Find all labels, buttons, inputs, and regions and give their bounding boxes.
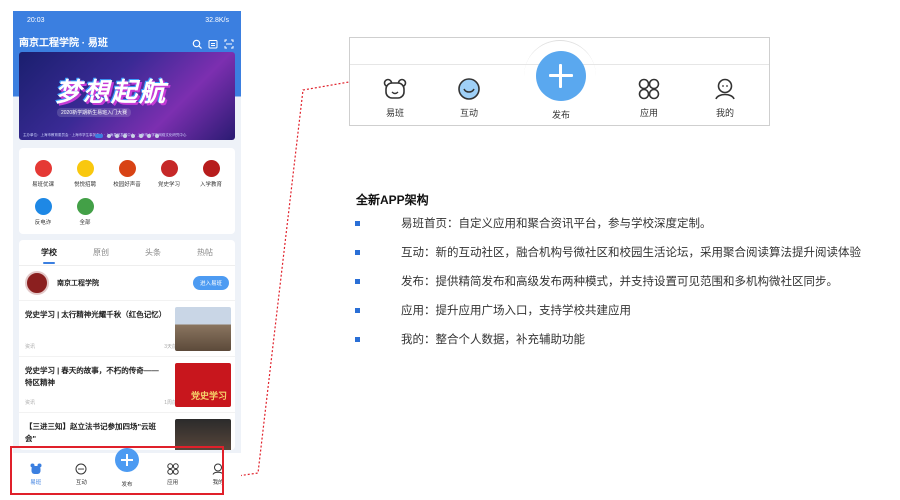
carousel-dot <box>147 134 151 138</box>
app-title: 南京工程学院 · 易班 <box>19 37 108 49</box>
school-name: 南京工程学院 <box>57 280 99 287</box>
status-time: 20:03 <box>27 17 45 24</box>
app-header: 南京工程学院 · 易班 <box>13 30 241 52</box>
scan-icon[interactable] <box>224 36 234 49</box>
article-item[interactable]: 党史学习 | 春天的故事，不朽的传奇——特区精神 资讯 1周前 党史学习 <box>19 356 235 412</box>
app-label: 悦悦招聘 <box>73 182 96 188</box>
zoom-item-label: 我的 <box>715 108 734 118</box>
school-row: 南京工程学院 进入易班 <box>19 266 235 300</box>
tabbar-zoom-panel: 易班 互动 发布 应用 我的 <box>349 37 770 126</box>
status-bar: 20:03 32.8K/s <box>13 11 241 30</box>
bullet-text: 易班首页：自定义应用和聚合资讯平台，参与学校深度定制。 <box>401 218 712 230</box>
highlight-box <box>10 446 224 495</box>
banner-subtitle: 2020新学期新生易班入门大赛 <box>57 108 132 117</box>
article-thumbnail: 党史学习 <box>175 363 231 407</box>
bullet-text: 互动：新的互动社区，融合机构号微社区和校园生活论坛，采用聚合阅读算法提升阅读体验 <box>401 247 861 259</box>
bullet-square-icon <box>355 337 360 342</box>
tab-school[interactable]: 学校 <box>23 247 75 264</box>
zoom-item-interact[interactable]: 互动 <box>439 78 499 119</box>
zoom-item-label: 发布 <box>551 110 570 120</box>
carousel-dot <box>107 134 111 138</box>
search-icon[interactable] <box>192 36 202 49</box>
carousel-dot <box>155 134 159 138</box>
smile-bubble-icon <box>458 78 480 100</box>
grid-icon <box>638 78 660 100</box>
description-title: 全新APP架构 <box>356 193 429 207</box>
article-source: 资讯 <box>25 344 36 350</box>
article-source: 资讯 <box>25 400 36 406</box>
news-panel: 学校 原创 头条 热帖 南京工程学院 进入易班 党史学习 | 太行精神光耀千秋（… <box>19 240 235 450</box>
app-item-party-history[interactable]: 党史学习 <box>151 160 187 188</box>
app-item-voice[interactable]: 校园好声音 <box>109 160 145 188</box>
carousel-dot <box>123 134 127 138</box>
app-label: 党史学习 <box>157 182 180 188</box>
article-title: 党史学习 | 春天的故事，不朽的传奇——特区精神 <box>25 366 159 387</box>
bullet-square-icon <box>355 250 360 255</box>
enter-yiban-button[interactable]: 进入易班 <box>192 276 229 290</box>
banner-carousel[interactable]: 梦想起航 2020新学期新生易班入门大赛 主办单位：上海市教育委员会 · 上海市… <box>19 52 235 140</box>
party-history-app-icon <box>160 160 178 177</box>
article-time: 1周前 <box>164 400 177 406</box>
bullet-text: 应用：提升应用广场入口，支持学校共建应用 <box>401 305 631 317</box>
article-thumbnail <box>175 307 231 351</box>
bullet-square-icon <box>355 308 360 313</box>
school-logo <box>25 271 49 295</box>
banner-area: 梦想起航 2020新学期新生易班入门大赛 主办单位：上海市教育委员会 · 上海市… <box>13 52 241 163</box>
zoom-item-label: 易班 <box>385 108 404 118</box>
carousel-dot <box>139 134 143 138</box>
bullet-square-icon <box>355 221 360 226</box>
zoom-publish-plus-icon[interactable] <box>536 51 586 101</box>
carousel-dots <box>13 134 241 138</box>
carousel-dot <box>131 134 135 138</box>
voice-app-icon <box>118 160 136 177</box>
article-item[interactable]: 党史学习 | 太行精神光耀千秋（红色记忆） 资讯 3天前 <box>19 300 235 356</box>
phone-screenshot: 20:03 32.8K/s 南京工程学院 · 易班 梦想起航 2020新学期新生… <box>13 11 241 497</box>
calendar-icon[interactable] <box>208 36 218 49</box>
banner-title: 梦想起航 <box>55 77 168 107</box>
zhaopin-app-icon <box>76 160 94 177</box>
app-label: 易班优课 <box>31 182 54 188</box>
app-item-youke[interactable]: 易班优课 <box>25 160 61 188</box>
news-tabs: 学校 原创 头条 热帖 <box>19 240 235 266</box>
carousel-dot <box>95 134 103 138</box>
app-item-enrollment[interactable]: 入学教育 <box>193 160 229 188</box>
tab-headlines[interactable]: 头条 <box>127 247 179 258</box>
app-item-anti-fraud[interactable]: 反电诈 <box>25 198 61 226</box>
tab-hot-posts[interactable]: 热帖 <box>179 247 231 258</box>
bullet-text: 我的：整合个人数据，补充辅助功能 <box>401 334 585 346</box>
bullet-square-icon <box>355 279 360 284</box>
app-grid: 易班优课 悦悦招聘 校园好声音 党史学习 入学教育 反电诈 全部 <box>19 148 235 234</box>
app-label: 全部 <box>79 220 91 226</box>
zoom-item-me[interactable]: 我的 <box>695 78 755 119</box>
enrollment-app-icon <box>202 160 220 177</box>
article-title: 党史学习 | 太行精神光耀千秋（红色记忆） <box>25 310 167 319</box>
all-apps-icon <box>76 198 94 215</box>
zoom-item-label: 应用 <box>639 108 658 118</box>
zoom-item-home[interactable]: 易班 <box>365 78 425 119</box>
article-title: 【三进三知】赵立法书记参加四场"云班会" <box>25 422 157 443</box>
youke-app-icon <box>34 160 52 177</box>
article-item[interactable]: 【三进三知】赵立法书记参加四场"云班会" <box>19 412 235 450</box>
carousel-dot <box>115 134 119 138</box>
zoom-item-publish[interactable]: 发布 <box>531 108 591 121</box>
app-label: 入学教育 <box>199 182 222 188</box>
anti-fraud-app-icon <box>34 198 52 215</box>
app-label: 校园好声音 <box>113 182 141 188</box>
user-icon <box>715 78 735 100</box>
app-item-all[interactable]: 全部 <box>67 198 103 226</box>
app-item-zhaopin[interactable]: 悦悦招聘 <box>67 160 103 188</box>
status-indicators: 32.8K/s <box>205 17 229 24</box>
article-time: 3天前 <box>164 344 177 350</box>
tab-original[interactable]: 原创 <box>75 247 127 258</box>
bear-icon <box>383 78 407 99</box>
bullet-text: 发布：提供精简发布和高级发布两种模式，并支持设置可见范围和多机构微社区同步。 <box>401 276 838 288</box>
zoom-item-apps[interactable]: 应用 <box>619 78 679 119</box>
zoom-item-label: 互动 <box>459 108 478 118</box>
app-label: 反电诈 <box>34 220 52 226</box>
